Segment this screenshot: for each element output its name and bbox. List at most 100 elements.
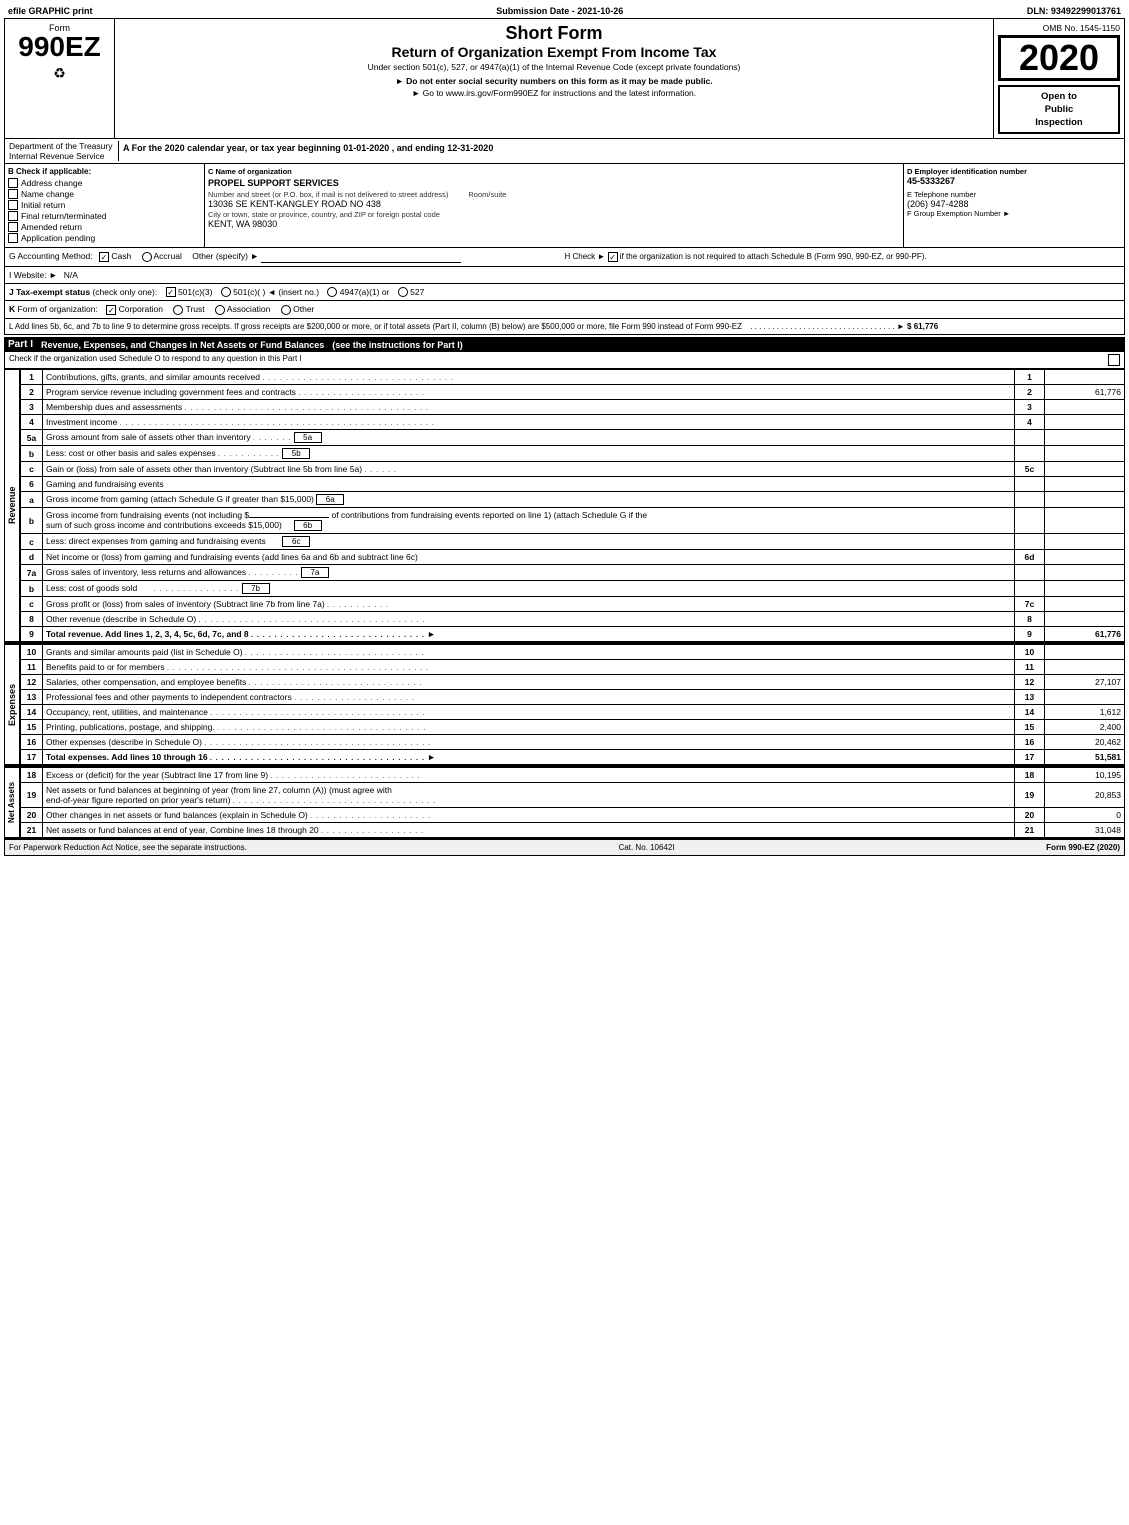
line-ref-19: 19 (1015, 783, 1045, 808)
table-row: b Less: cost or other basis and sales ex… (21, 446, 1125, 462)
row-num-7a: 7a (21, 565, 43, 581)
amount-14: 1,612 (1045, 705, 1125, 720)
trust-radio[interactable] (173, 305, 183, 315)
corp-checkbox[interactable] (106, 305, 116, 315)
city-label: City or town, state or province, country… (208, 210, 900, 219)
table-row: 17 Total expenses. Add lines 10 through … (21, 750, 1125, 765)
501c3-label: 501(c)(3) (178, 287, 215, 297)
line-ref-7b (1015, 581, 1045, 597)
net-assets-section: Net Assets 18 Excess or (deficit) for th… (4, 767, 1125, 838)
d-label: D Employer identification number (907, 167, 1121, 176)
initial-return-checkbox[interactable] (8, 200, 18, 210)
name-change-label: Name change (21, 189, 74, 199)
row-num-2: 2 (21, 385, 43, 400)
final-return-checkbox[interactable] (8, 211, 18, 221)
application-pending-checkbox[interactable] (8, 233, 18, 243)
desc-7c: Gross profit or (loss) from sales of inv… (43, 597, 1015, 612)
amended-return-checkbox[interactable] (8, 222, 18, 232)
amount-12: 27,107 (1045, 675, 1125, 690)
row-num-7c: c (21, 597, 43, 612)
line-ref-14: 14 (1015, 705, 1045, 720)
form-footer: For Paperwork Reduction Act Notice, see … (4, 838, 1125, 856)
line-ref-18: 18 (1015, 768, 1045, 783)
schedule-o-checkbox[interactable] (1108, 354, 1120, 366)
amount-10 (1045, 645, 1125, 660)
table-row: 16 Other expenses (describe in Schedule … (21, 735, 1125, 750)
initial-return-label: Initial return (21, 200, 65, 210)
form-title-sub: Return of Organization Exempt From Incom… (119, 44, 989, 60)
l-dots: . . . . . . . . . . . . . . . . . . . . … (750, 322, 897, 331)
application-pending-label: Application pending (21, 233, 95, 243)
527-radio[interactable] (398, 287, 408, 297)
desc-5c: Gain or (loss) from sale of assets other… (43, 462, 1015, 477)
amount-17: 51,581 (1045, 750, 1125, 765)
efile-label: efile GRAPHIC print (8, 6, 93, 16)
expenses-side-label: Expenses (4, 644, 20, 765)
other-radio[interactable] (281, 305, 291, 315)
check-section: B Check if applicable: Address change Na… (4, 164, 1125, 248)
address-change-checkbox[interactable] (8, 178, 18, 188)
net-assets-content: 18 Excess or (deficit) for the year (Sub… (20, 767, 1125, 838)
line-ref-12: 12 (1015, 675, 1045, 690)
assoc-radio[interactable] (215, 305, 225, 315)
cash-checkbox[interactable] (99, 252, 109, 262)
amount-21: 31,048 (1045, 823, 1125, 838)
accrual-radio[interactable] (142, 252, 152, 262)
desc-6: Gaming and fundraising events (43, 477, 1015, 492)
row-num-10: 10 (21, 645, 43, 660)
table-row: 13 Professional fees and other payments … (21, 690, 1125, 705)
501c-radio[interactable] (221, 287, 231, 297)
row-num-6: 6 (21, 477, 43, 492)
501c3-checkbox[interactable] (166, 287, 176, 297)
row-num-5c: c (21, 462, 43, 477)
ein-value: 45-5333267 (907, 176, 1121, 186)
row-num-5a: 5a (21, 430, 43, 446)
table-row: b Less: cost of goods sold . . . . . . .… (21, 581, 1125, 597)
omb-year-block: OMB No. 1545-1150 2020 Open toPublicInsp… (994, 19, 1124, 138)
line-ref-17: 17 (1015, 750, 1045, 765)
name-change-checkbox[interactable] (8, 189, 18, 199)
row-num-15: 15 (21, 720, 43, 735)
row-num-5b: b (21, 446, 43, 462)
4947-label: 4947(a)(1) or (340, 287, 392, 297)
ein-tel-block: D Employer identification number 45-5333… (904, 164, 1124, 247)
form-l-row: L Add lines 5b, 6c, and 7b to line 9 to … (4, 319, 1125, 335)
city-row: City or town, state or province, country… (208, 210, 900, 229)
check-final-return: Final return/terminated (8, 211, 201, 221)
h-checkbox[interactable] (608, 252, 618, 262)
desc-7a: Gross sales of inventory, less returns a… (43, 565, 1015, 581)
amount-5c (1045, 462, 1125, 477)
amount-8 (1045, 612, 1125, 627)
cat-no: Cat. No. 10642I (619, 843, 675, 852)
corp-label: Corporation (119, 304, 166, 314)
4947-radio[interactable] (327, 287, 337, 297)
row-num-16: 16 (21, 735, 43, 750)
line-ref-21: 21 (1015, 823, 1045, 838)
line-ref-4: 4 (1015, 415, 1045, 430)
line-ref-20: 20 (1015, 808, 1045, 823)
row-num-6c: c (21, 534, 43, 550)
other-specify-input[interactable] (261, 252, 461, 263)
desc-19: Net assets or fund balances at beginning… (43, 783, 1015, 808)
line-ref-3: 3 (1015, 400, 1045, 415)
desc-17: Total expenses. Add lines 10 through 16 … (43, 750, 1015, 765)
amount-5a (1045, 430, 1125, 446)
go-to-text: ► Go to www.irs.gov/Form990EZ for instru… (119, 88, 989, 98)
row-num-14: 14 (21, 705, 43, 720)
check-left: B Check if applicable: Address change Na… (5, 164, 205, 247)
table-row: 15 Printing, publications, postage, and … (21, 720, 1125, 735)
table-row: 6 Gaming and fundraising events (21, 477, 1125, 492)
revenue-side-label: Revenue (4, 369, 20, 642)
room-label: Room/suite (468, 190, 506, 199)
table-row: 21 Net assets or fund balances at end of… (21, 823, 1125, 838)
row-num-18: 18 (21, 768, 43, 783)
page: efile GRAPHIC print Submission Date - 20… (0, 0, 1129, 860)
do-not-text: ► Do not enter social security numbers o… (119, 76, 989, 86)
net-assets-side-label: Net Assets (4, 767, 20, 838)
line-ref-16: 16 (1015, 735, 1045, 750)
table-row: 10 Grants and similar amounts paid (list… (21, 645, 1125, 660)
line-ref-8: 8 (1015, 612, 1045, 627)
row-num-4: 4 (21, 415, 43, 430)
part1-see-instructions: (see the instructions for Part I) (332, 340, 463, 350)
check-application-pending: Application pending (8, 233, 201, 243)
